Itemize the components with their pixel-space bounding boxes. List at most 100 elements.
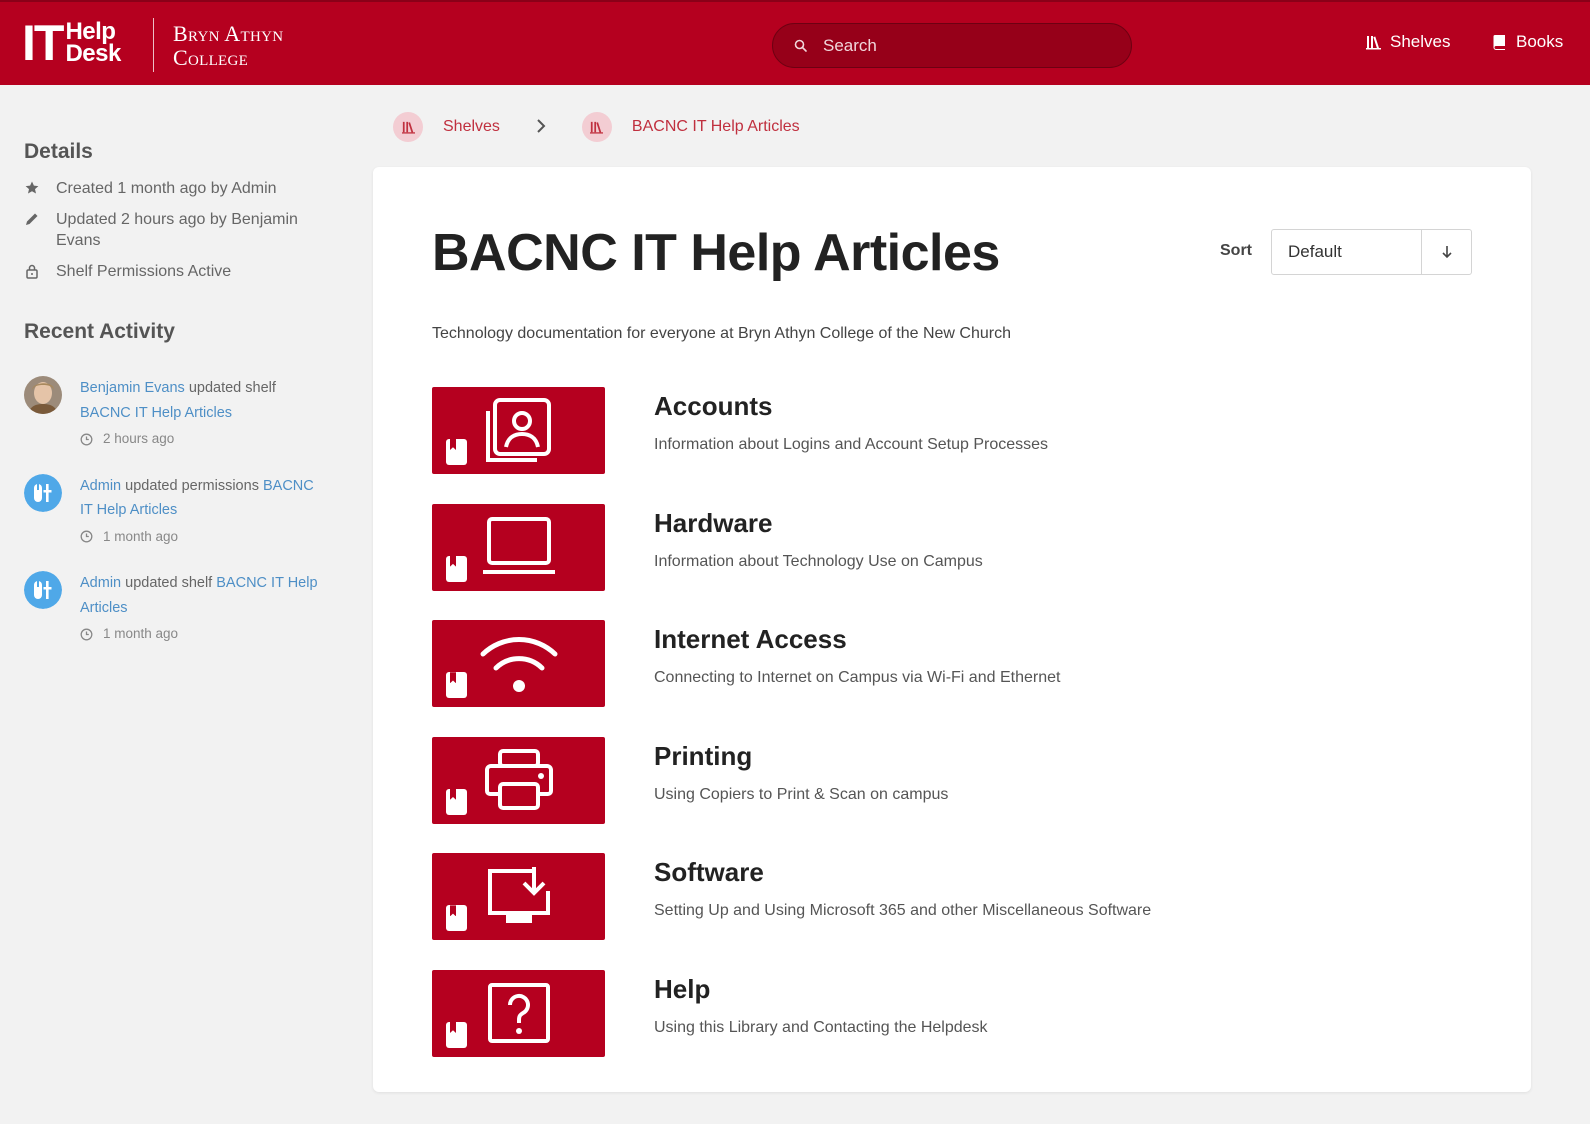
activity-time: 1 month ago <box>80 622 330 647</box>
top-header: IT Help Desk Bryn Athyn College Shelves … <box>0 0 1590 85</box>
book-item-help[interactable]: Help Using this Library and Contacting t… <box>432 969 1472 1087</box>
laptop-icon <box>482 517 555 575</box>
book-title[interactable]: Accounts <box>654 391 772 422</box>
activity-time: 1 month ago <box>80 525 330 550</box>
book-title[interactable]: Software <box>654 857 764 888</box>
activity-action: updated shelf <box>125 575 213 591</box>
book-description: Connecting to Internet on Campus via Wi-… <box>654 669 1061 687</box>
recent-activity-heading: Recent Activity <box>24 320 175 343</box>
activity-text: Benjamin Evans updated shelf BACNC IT He… <box>80 376 276 452</box>
printer-icon <box>484 749 553 811</box>
book-cover[interactable] <box>432 853 605 941</box>
admin-avatar[interactable] <box>24 571 62 609</box>
book-title[interactable]: Help <box>654 974 710 1005</box>
sort-direction-button[interactable] <box>1422 230 1471 274</box>
detail-created-text: Created 1 month ago by Admin <box>56 180 277 197</box>
college-line-2: College <box>173 45 249 70</box>
activity-text: Admin updated shelf BACNC IT Help Articl… <box>80 571 330 647</box>
detail-updated: Updated 2 hours ago by Benjamin Evans <box>24 209 344 251</box>
shelves-icon <box>393 112 423 142</box>
book-description: Using this Library and Contacting the He… <box>654 1018 988 1036</box>
shelf-icon <box>581 112 612 142</box>
book-item-software[interactable]: Software Setting Up and Using Microsoft … <box>432 853 1472 970</box>
breadcrumb-shelves-link[interactable]: Shelves <box>443 118 500 136</box>
nav-shelves-label: Shelves <box>1390 32 1451 51</box>
activity-text: Admin updated permissions BACNC IT Help … <box>80 474 330 550</box>
wifi-icon <box>480 636 557 692</box>
search-bar[interactable] <box>772 23 1132 68</box>
logo-divider <box>153 18 154 72</box>
search-input[interactable] <box>823 35 1103 56</box>
breadcrumb-current-shelf-link[interactable]: BACNC IT Help Articles <box>632 118 800 136</box>
logo-desk-text: Desk <box>65 40 121 67</box>
book-badge-icon <box>446 905 467 932</box>
monitor-download-icon <box>487 866 550 923</box>
activity-time-text: 1 month ago <box>103 528 179 544</box>
question-icon <box>487 983 550 1044</box>
star-icon <box>25 181 39 194</box>
book-badge-icon <box>446 788 467 815</box>
sort-control: Default <box>1271 229 1472 275</box>
book-title[interactable]: Internet Access <box>654 624 847 655</box>
book-badge-icon <box>446 555 467 582</box>
book-item-accounts[interactable]: Accounts Information about Logins and Ac… <box>432 387 1472 504</box>
college-logo: Bryn Athyn College <box>173 22 283 70</box>
activity-item: Admin updated shelf BACNC IT Help Articl… <box>24 571 344 647</box>
sort-select[interactable]: Default <box>1272 230 1422 274</box>
it-helpdesk-logo[interactable]: IT Help Desk <box>22 15 121 71</box>
book-cover[interactable] <box>432 969 605 1057</box>
book-item-hardware[interactable]: Hardware Information about Technology Us… <box>432 503 1472 621</box>
book-cover[interactable] <box>432 620 605 708</box>
admin-avatar[interactable] <box>24 473 62 512</box>
activity-time-text: 1 month ago <box>103 626 179 641</box>
admin-icon <box>24 571 62 609</box>
nav-books-label: Books <box>1516 32 1564 51</box>
activity-user-link[interactable]: Benjamin Evans <box>80 380 185 396</box>
clock-icon <box>80 530 93 543</box>
college-line-1: Bryn Athyn <box>173 21 284 46</box>
user-avatar[interactable] <box>24 376 62 414</box>
activity-action: updated shelf <box>188 380 276 396</box>
details-heading: Details <box>24 140 93 163</box>
lock-icon <box>26 264 38 279</box>
breadcrumb: Shelves BACNC IT Help Articles <box>393 112 800 142</box>
detail-permissions[interactable]: Shelf Permissions Active <box>24 261 344 282</box>
book-cover[interactable] <box>432 503 605 591</box>
chevron-right-icon <box>536 117 546 138</box>
logo-it-text: IT <box>22 15 64 71</box>
book-item-internet-access[interactable]: Internet Access Connecting to Internet o… <box>432 620 1472 737</box>
books-icon <box>1493 35 1505 50</box>
book-description: Using Copiers to Print & Scan on campus <box>654 785 949 803</box>
book-badge-icon <box>446 672 467 699</box>
activity-item: Admin updated permissions BACNC IT Help … <box>24 473 344 550</box>
detail-created: Created 1 month ago by Admin <box>24 178 344 199</box>
shelf-description: Technology documentation for everyone at… <box>432 325 1011 342</box>
activity-target-link[interactable]: BACNC IT Help Articles <box>80 405 232 421</box>
book-badge-icon <box>446 1021 467 1048</box>
admin-icon <box>24 473 62 512</box>
book-description: Information about Technology Use on Camp… <box>654 552 983 570</box>
activity-item: Benjamin Evans updated shelf BACNC IT He… <box>24 376 344 452</box>
book-cover[interactable] <box>432 736 605 824</box>
book-cover[interactable] <box>432 387 605 474</box>
nav-books-link[interactable]: Books <box>1492 32 1563 52</box>
clock-icon <box>80 433 93 446</box>
search-icon <box>794 39 807 52</box>
detail-permissions-text: Shelf Permissions Active <box>56 263 232 280</box>
activity-time-text: 2 hours ago <box>103 431 175 446</box>
nav-shelves-link[interactable]: Shelves <box>1366 32 1450 52</box>
clock-icon <box>80 628 93 641</box>
shelf-content-card: BACNC IT Help Articles Sort Default Tech… <box>373 167 1531 1092</box>
activity-action: updated permissions <box>125 477 259 494</box>
page-title: BACNC IT Help Articles <box>432 224 1000 282</box>
pencil-icon <box>26 213 38 225</box>
book-title[interactable]: Hardware <box>654 508 773 539</box>
book-badge-icon <box>446 439 467 465</box>
activity-time: 2 hours ago <box>80 427 276 452</box>
book-description: Information about Logins and Account Set… <box>654 436 1049 453</box>
activity-user-link[interactable]: Admin <box>80 478 121 494</box>
book-title[interactable]: Printing <box>654 741 752 772</box>
activity-user-link[interactable]: Admin <box>80 575 121 591</box>
book-item-printing[interactable]: Printing Using Copiers to Print & Scan o… <box>432 736 1472 854</box>
left-sidebar: Details Created 1 month ago by Admin Upd… <box>24 140 344 669</box>
